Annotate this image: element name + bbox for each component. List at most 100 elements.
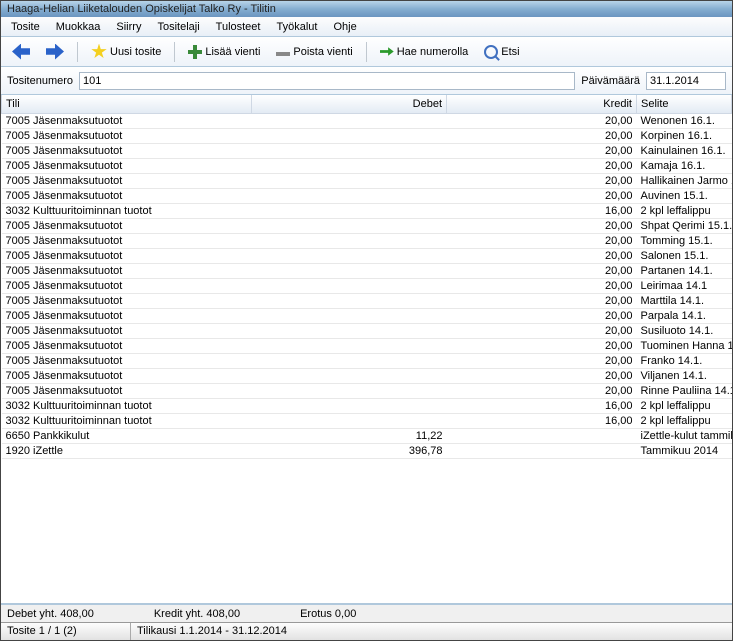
col-debet[interactable]: Debet [252, 95, 447, 113]
status-bar: Tosite 1 / 1 (2) Tilikausi 1.1.2014 - 31… [1, 622, 732, 640]
cell-selite: 2 kpl leffalippu [637, 203, 732, 218]
table-row[interactable]: 7005 Jäsenmaksutuotot 20,00Tomming 15.1. [2, 233, 732, 248]
cell-selite: 2 kpl leffalippu [637, 413, 732, 428]
remove-entry-button[interactable]: Poista vienti [271, 43, 357, 61]
nav-back-button[interactable] [7, 41, 35, 63]
menu-tosite[interactable]: Tosite [5, 19, 46, 35]
table-row[interactable]: 3032 Kulttuuritoiminnan tuotot16,002 kpl… [2, 203, 732, 218]
table-row[interactable]: 7005 Jäsenmaksutuotot20,00Salonen 15.1. [2, 248, 732, 263]
menu-muokkaa[interactable]: Muokkaa [50, 19, 107, 35]
table-row[interactable]: 7005 Jäsenmaksutuotot20,00Leirimaa 14.1 [2, 278, 732, 293]
cell-selite: iZettle-kulut tammikuu [637, 428, 732, 443]
cell-debet [252, 308, 447, 323]
cell-tili: 3032 Kulttuuritoiminnan tuotot [2, 413, 252, 428]
totals-bar: Debet yht. 408,00 Kredit yht. 408,00 Ero… [1, 604, 732, 622]
cell-selite: Tammikuu 2014 [637, 443, 732, 458]
cell-kredit: 20,00 [447, 353, 637, 368]
table-row[interactable]: 7005 Jäsenmaksutuotot20,00Franko 14.1. [2, 353, 732, 368]
cell-debet [252, 218, 447, 233]
cell-debet [252, 233, 447, 248]
table-row[interactable]: 7005 Jäsenmaksutuotot20,00Shpat Qerimi 1… [2, 218, 732, 233]
table-row[interactable]: 7005 Jäsenmaksutuotot20,00Tuominen Hanna… [2, 338, 732, 353]
separator [174, 42, 175, 62]
cell-debet [252, 188, 447, 203]
button-label: Hae numerolla [397, 46, 469, 58]
cell-debet [252, 398, 447, 413]
separator [366, 42, 367, 62]
table-row[interactable]: 1920 iZettle396,78Tammikuu 2014 [2, 443, 732, 458]
cell-kredit: 20,00 [447, 338, 637, 353]
cell-tili: 3032 Kulttuuritoiminnan tuotot [2, 398, 252, 413]
nav-forward-button[interactable] [41, 41, 69, 63]
cell-selite: Tomming 15.1. [637, 233, 732, 248]
total-erotus: Erotus 0,00 [300, 608, 356, 620]
arrow-left-icon [12, 44, 30, 60]
menu-ohje[interactable]: Ohje [327, 19, 362, 35]
table-row[interactable]: 7005 Jäsenmaksutuotot20,00Marttila 14.1. [2, 293, 732, 308]
table-row[interactable]: 6650 Pankkikulut11,22iZettle-kulut tammi… [2, 428, 732, 443]
cell-selite: Kainulainen 16.1. [637, 143, 732, 158]
add-entry-button[interactable]: Lisää vienti [183, 42, 265, 62]
button-label: Poista vienti [293, 46, 352, 58]
button-label: Etsi [501, 46, 519, 58]
cell-debet [252, 368, 447, 383]
button-label: Uusi tosite [110, 46, 161, 58]
table-row[interactable]: 7005 Jäsenmaksutuotot20,00Kainulainen 16… [2, 143, 732, 158]
table-row[interactable]: 7005 Jäsenmaksutuotot20,00Susiluoto 14.1… [2, 323, 732, 338]
cell-selite: Leirimaa 14.1 [637, 278, 732, 293]
table-row[interactable]: 7005 Jäsenmaksutuotot20,00Hallikainen Ja… [2, 173, 732, 188]
menu-tositelaji[interactable]: Tositelaji [151, 19, 205, 35]
cell-kredit: 16,00 [447, 398, 637, 413]
cell-tili: 7005 Jäsenmaksutuotot [2, 188, 252, 203]
date-input[interactable] [646, 72, 726, 90]
cell-tili: 7005 Jäsenmaksutuotot [2, 218, 252, 233]
cell-tili: 3032 Kulttuuritoiminnan tuotot [2, 203, 252, 218]
menu-siirry[interactable]: Siirry [110, 19, 147, 35]
search-by-number-button[interactable]: Hae numerolla [375, 42, 474, 62]
cell-selite: Kamaja 16.1. [637, 158, 732, 173]
cell-selite: Auvinen 15.1. [637, 188, 732, 203]
col-kredit[interactable]: Kredit [447, 95, 637, 113]
table-row[interactable]: 7005 Jäsenmaksutuotot20,00Kamaja 16.1. [2, 158, 732, 173]
cell-tili: 7005 Jäsenmaksutuotot [2, 308, 252, 323]
cell-tili: 7005 Jäsenmaksutuotot [2, 158, 252, 173]
voucher-number-input[interactable] [79, 72, 575, 90]
cell-kredit: 20,00 [447, 293, 637, 308]
new-voucher-button[interactable]: Uusi tosite [86, 41, 166, 63]
table-row[interactable]: 7005 Jäsenmaksutuotot20,00Viljanen 14.1. [2, 368, 732, 383]
cell-kredit: 20,00 [447, 218, 637, 233]
cell-tili: 7005 Jäsenmaksutuotot [2, 233, 252, 248]
cell-debet [252, 338, 447, 353]
menu-työkalut[interactable]: Työkalut [270, 19, 323, 35]
cell-debet [252, 143, 447, 158]
cell-kredit: 20,00 [447, 233, 637, 248]
table-row[interactable]: 7005 Jäsenmaksutuotot20,00Partanen 14.1. [2, 263, 732, 278]
cell-tili: 1920 iZettle [2, 443, 252, 458]
cell-debet [252, 323, 447, 338]
table-row[interactable]: 7005 Jäsenmaksutuotot20,00Parpala 14.1. [2, 308, 732, 323]
window-title: Haaga-Helian Liiketalouden Opiskelijat T… [7, 3, 276, 15]
cell-debet [252, 413, 447, 428]
cell-kredit: 20,00 [447, 383, 637, 398]
entries-table-wrapper[interactable]: Tili Debet Kredit Selite 7005 Jäsenmaksu… [1, 95, 732, 604]
col-account[interactable]: Tili [2, 95, 252, 113]
table-row[interactable]: 7005 Jäsenmaksutuotot20,00Wenonen 16.1. [2, 113, 732, 128]
menu-tulosteet[interactable]: Tulosteet [210, 19, 267, 35]
table-row[interactable]: 7005 Jäsenmaksutuotot20,00Korpinen 16.1. [2, 128, 732, 143]
find-button[interactable]: Etsi [479, 42, 524, 62]
table-row[interactable]: 3032 Kulttuuritoiminnan tuotot16,002 kpl… [2, 413, 732, 428]
cell-tili: 7005 Jäsenmaksutuotot [2, 278, 252, 293]
arrow-right-icon [46, 44, 64, 60]
button-label: Lisää vienti [205, 46, 260, 58]
table-row[interactable]: 7005 Jäsenmaksutuotot20,00Rinne Pauliina… [2, 383, 732, 398]
cell-selite: Salonen 15.1. [637, 248, 732, 263]
table-row[interactable]: 3032 Kulttuuritoiminnan tuotot16,002 kpl… [2, 398, 732, 413]
col-selite[interactable]: Selite [637, 95, 732, 113]
table-row[interactable]: 7005 Jäsenmaksutuotot20,00Auvinen 15.1. [2, 188, 732, 203]
cell-tili: 7005 Jäsenmaksutuotot [2, 263, 252, 278]
search-arrow-icon [380, 45, 394, 59]
cell-tili: 7005 Jäsenmaksutuotot [2, 248, 252, 263]
menu-bar: TositeMuokkaaSiirryTositelaji TulosteetTy… [1, 17, 732, 37]
cell-kredit: 20,00 [447, 173, 637, 188]
star-icon [91, 44, 107, 60]
